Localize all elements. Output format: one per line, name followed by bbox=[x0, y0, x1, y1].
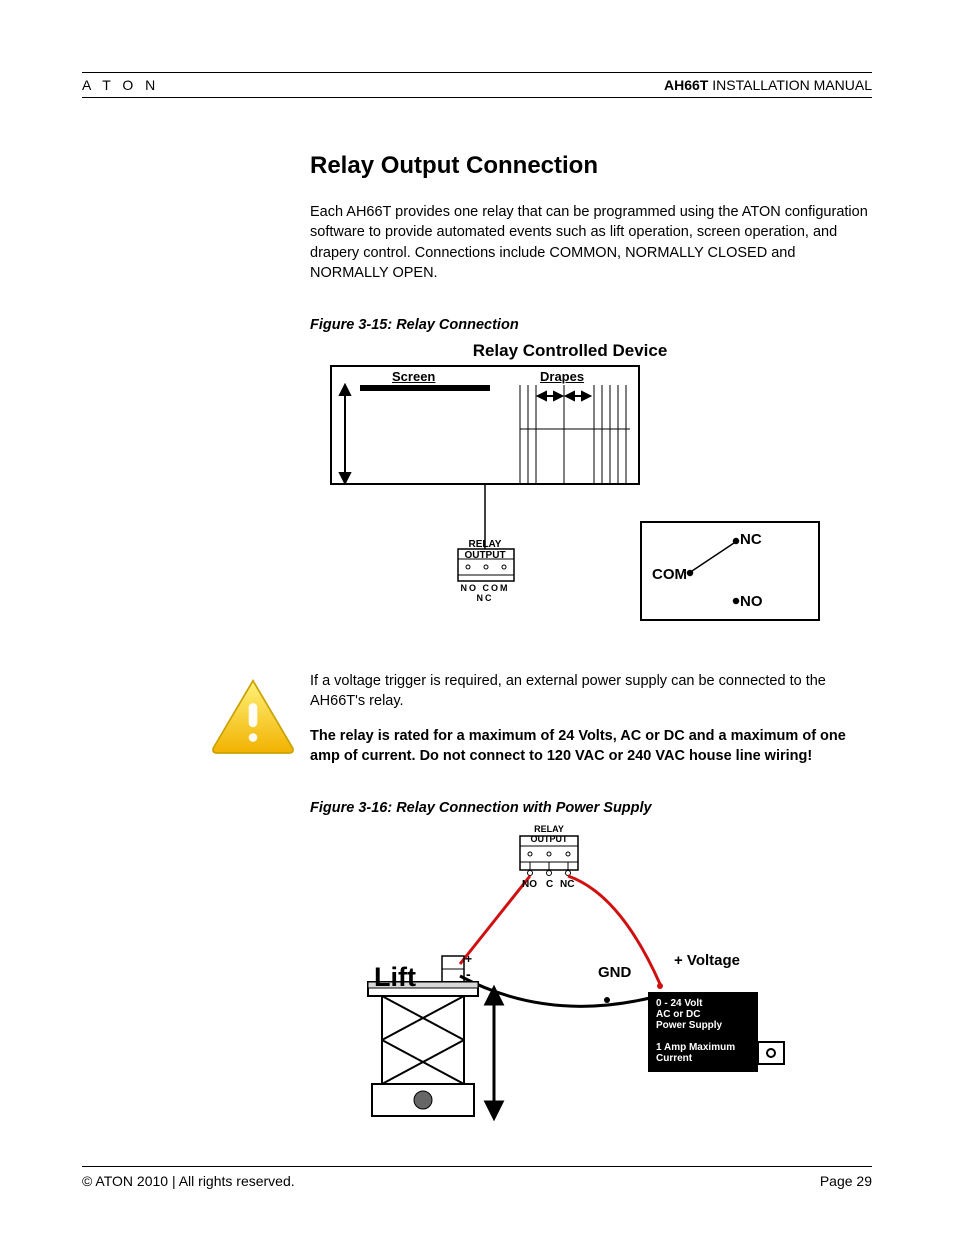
fig16-gnd-label: GND bbox=[598, 964, 631, 981]
fig16-relay-output-label: RELAY OUTPUT bbox=[516, 824, 582, 844]
fig16-c-label: C bbox=[546, 879, 553, 890]
section-heading: Relay Output Connection bbox=[310, 152, 872, 180]
fig16-lift-label: Lift bbox=[374, 962, 416, 993]
fig16-plus-label: + bbox=[465, 952, 472, 966]
intro-paragraph: Each AH66T provides one relay that can b… bbox=[310, 202, 872, 283]
main-content: Relay Output Connection Each AH66T provi… bbox=[310, 152, 872, 1124]
warning-icon bbox=[210, 677, 296, 760]
fig15-diagram-svg bbox=[310, 341, 830, 631]
figure-3-15: Relay Controlled Device Screen Drapes RE… bbox=[310, 341, 830, 631]
fig16-voltage-label: + Voltage bbox=[674, 952, 740, 969]
fig16-no-label: NO bbox=[522, 879, 537, 890]
figure-3-16-caption: Figure 3-16: Relay Connection with Power… bbox=[310, 800, 872, 816]
fig16-ps-line3: Power Supply bbox=[656, 1020, 722, 1031]
warning-intro: If a voltage trigger is required, an ext… bbox=[310, 671, 872, 712]
footer-copyright: © ATON 2010 | All rights reserved. bbox=[82, 1173, 295, 1189]
fig16-minus-label: - bbox=[466, 966, 471, 982]
warning-text-block: If a voltage trigger is required, an ext… bbox=[310, 671, 872, 766]
header-top-rule bbox=[82, 72, 872, 73]
page-header: A T O N AH66T INSTALLATION MANUAL bbox=[82, 77, 872, 98]
figure-3-15-caption: Figure 3-15: Relay Connection bbox=[310, 317, 872, 333]
header-model: AH66T bbox=[664, 77, 708, 93]
fig16-ps-line2: AC or DC bbox=[656, 1009, 700, 1020]
fig16-ps-line5: Current bbox=[656, 1053, 692, 1064]
warning-bold: The relay is rated for a maximum of 24 V… bbox=[310, 726, 872, 767]
page-footer: © ATON 2010 | All rights reserved. Page … bbox=[82, 1166, 872, 1189]
fig16-nc-label: NC bbox=[560, 879, 574, 890]
fig16-ps-line1: 0 - 24 Volt bbox=[656, 998, 703, 1009]
header-subtitle: INSTALLATION MANUAL bbox=[708, 77, 872, 93]
header-manual-title: AH66T INSTALLATION MANUAL bbox=[664, 77, 872, 93]
footer-page-number: Page 29 bbox=[820, 1173, 872, 1189]
header-brand: A T O N bbox=[82, 77, 159, 93]
figure-3-16: RELAY OUTPUT NO C NC Lift + - GND + Volt… bbox=[330, 824, 790, 1124]
fig16-ps-line4: 1 Amp Maximum bbox=[656, 1042, 735, 1053]
warning-row: If a voltage trigger is required, an ext… bbox=[210, 671, 872, 766]
